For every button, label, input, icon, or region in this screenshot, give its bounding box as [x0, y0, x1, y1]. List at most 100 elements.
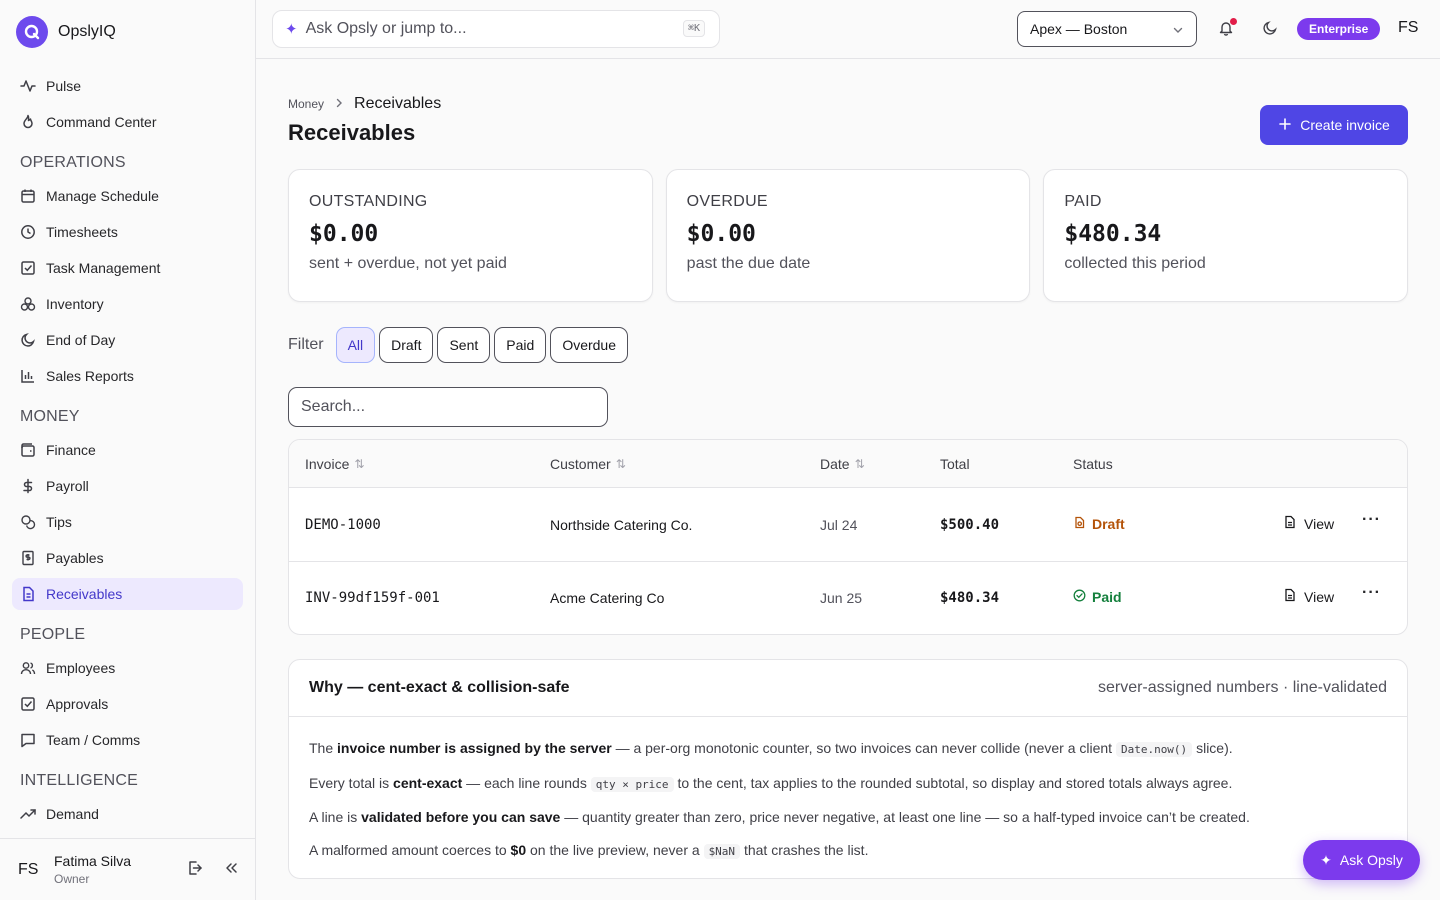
column-header-customer[interactable]: Customer ⇅ [550, 456, 626, 472]
emphasis: cent-exact [393, 774, 463, 791]
avatar[interactable]: FS [1398, 19, 1418, 37]
sidebar-item-demand[interactable]: Demand [12, 798, 243, 830]
brand[interactable]: OpslyIQ [16, 16, 116, 48]
text: on the live preview, never a [526, 841, 704, 858]
boxes-icon [20, 296, 36, 312]
sidebar-item-manage-schedule[interactable]: Manage Schedule [12, 180, 243, 212]
search-input[interactable] [288, 387, 608, 427]
sidebar-item-command-center[interactable]: Command Center [12, 106, 243, 138]
nav-section-money: MONEY [20, 408, 80, 425]
stat-subtext: past the due date [686, 255, 811, 272]
invoice-number[interactable]: DEMO-1000 [305, 517, 381, 533]
avatar[interactable]: FS [18, 861, 38, 879]
shortcut-hint: ⌘K [682, 20, 705, 37]
table-row[interactable]: INV-99df159f-001 Acme Catering Co Jun 25… [289, 562, 1407, 634]
filter-label: Filter [288, 336, 324, 353]
why-meta: server-assigned numbers · line-validated [1097, 679, 1387, 696]
sidebar-item-employees[interactable]: Employees [12, 652, 243, 684]
sidebar-item-label: Manage Schedule [46, 188, 159, 204]
ask-opsly-button[interactable]: ✦ Ask Opsly [1303, 840, 1420, 880]
nav-section-intelligence: INTELLIGENCE [20, 772, 138, 789]
filter-chip-overdue[interactable]: Overdue [550, 327, 629, 363]
sidebar-item-payables[interactable]: Payables [12, 542, 243, 574]
why-header: Why — cent-exact & collision-safe server… [289, 660, 1407, 717]
sidebar-nav: Pulse Command Center OPERATIONS Manage S… [12, 70, 243, 834]
filter-row: Filter All Draft Sent Paid Overdue [288, 327, 629, 363]
user-profile: FS Fatima Silva Owner [0, 838, 255, 900]
stat-label: OUTSTANDING [309, 193, 428, 210]
text: The [309, 740, 338, 756]
wallet-icon [20, 442, 36, 458]
more-options-icon[interactable]: ··· [1362, 511, 1381, 529]
sidebar-item-finance[interactable]: Finance [12, 434, 243, 466]
command-search[interactable]: ✦ Ask Opsly or jump to... ⌘K [272, 10, 720, 48]
document-icon [1283, 588, 1297, 605]
sidebar-item-end-of-day[interactable]: End of Day [12, 324, 243, 356]
column-header-date[interactable]: Date ⇅ [820, 456, 865, 472]
view-button[interactable]: View [1283, 515, 1334, 532]
logout-icon[interactable] [187, 860, 203, 879]
column-header-status: Status [1073, 456, 1113, 472]
sidebar-item-tips[interactable]: Tips [12, 506, 243, 538]
sidebar-item-team-comms[interactable]: Team / Comms [12, 724, 243, 756]
why-line: Every total is cent-exact — each line ro… [309, 773, 1387, 795]
calendar-icon [20, 188, 36, 204]
table-row[interactable]: DEMO-1000 Northside Catering Co. Jul 24 … [289, 489, 1407, 562]
sort-icon: ⇅ [854, 457, 865, 471]
bar-chart-icon [20, 368, 36, 384]
filter-chip-paid[interactable]: Paid [494, 327, 547, 363]
why-line: A malformed amount coerces to $0 on the … [309, 840, 1387, 862]
bell-icon[interactable] [1218, 18, 1237, 39]
user-meta: Fatima Silva Owner [54, 853, 131, 886]
clock-icon [20, 224, 36, 240]
emphasis: $0 [510, 841, 527, 858]
invoice-number[interactable]: INV-99df159f-001 [305, 590, 440, 606]
stats-row: OUTSTANDING $0.00 sent + overdue, not ye… [288, 169, 1409, 302]
chevron-down-icon [1172, 23, 1184, 39]
sidebar-item-receivables[interactable]: Receivables [12, 578, 243, 610]
sidebar-item-label: Receivables [46, 586, 123, 602]
create-invoice-button[interactable]: Create invoice [1260, 105, 1408, 145]
sidebar-item-timesheets[interactable]: Timesheets [12, 216, 243, 248]
plus-icon [1278, 117, 1292, 134]
stat-label: OVERDUE [686, 193, 768, 210]
sidebar-item-task-management[interactable]: Task Management [12, 252, 243, 284]
sidebar-item-label: Task Management [46, 260, 161, 276]
command-placeholder: Ask Opsly or jump to... [305, 20, 467, 37]
location-select[interactable]: Apex — Boston [1017, 11, 1197, 47]
sidebar-item-label: Command Center [46, 114, 157, 130]
sidebar-item-approvals[interactable]: Approvals [12, 688, 243, 720]
column-label: Status [1073, 456, 1113, 472]
column-header-invoice[interactable]: Invoice ⇅ [305, 456, 364, 472]
breadcrumb-root[interactable]: Money [288, 97, 324, 111]
filter-chip-draft[interactable]: Draft [379, 327, 434, 363]
text: that crashes the list. [740, 841, 869, 858]
main-content: Money Receivables Receivables Create inv… [256, 60, 1440, 900]
check-circle-icon [1073, 589, 1086, 605]
text: to the cent, tax applies to the rounded … [673, 774, 1233, 791]
inline-code: $NaN [703, 843, 741, 859]
sidebar-item-pulse[interactable]: Pulse [12, 70, 243, 102]
document-icon [20, 586, 36, 602]
collapse-sidebar-icon[interactable] [223, 860, 239, 879]
stat-subtext: collected this period [1064, 255, 1206, 272]
text: A malformed amount coerces to [309, 841, 511, 858]
sidebar-item-label: Pulse [46, 78, 82, 94]
flame-icon [20, 114, 36, 130]
emphasis: validated before you can save [361, 809, 561, 826]
filter-chip-all[interactable]: All [335, 327, 376, 363]
receipt-icon [20, 550, 36, 566]
stat-value: $480.34 [1064, 221, 1162, 247]
more-options-icon[interactable]: ··· [1362, 584, 1381, 602]
sidebar-item-label: Sales Reports [46, 368, 134, 384]
view-button[interactable]: View [1283, 588, 1334, 605]
chat-icon [20, 732, 36, 748]
sidebar-item-payroll[interactable]: Payroll [12, 470, 243, 502]
filter-chip-sent[interactable]: Sent [437, 327, 491, 363]
moon-icon [20, 332, 36, 348]
moon-icon[interactable] [1262, 20, 1278, 39]
why-panel: Why — cent-exact & collision-safe server… [288, 659, 1408, 879]
column-header-total: Total [940, 456, 970, 472]
sidebar-item-sales-reports[interactable]: Sales Reports [12, 360, 243, 392]
sidebar-item-inventory[interactable]: Inventory [12, 288, 243, 320]
